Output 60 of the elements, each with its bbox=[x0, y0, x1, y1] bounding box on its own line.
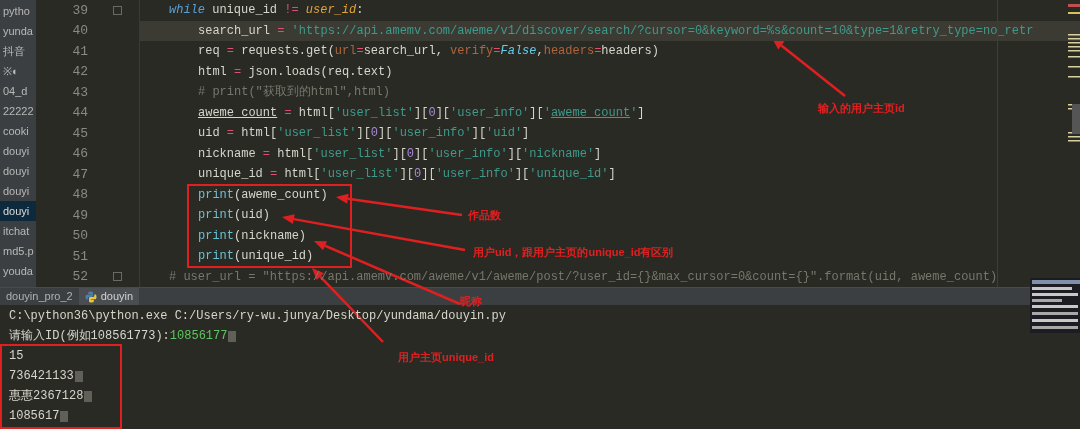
fold-icon[interactable] bbox=[113, 5, 122, 15]
run-tab[interactable]: douyin bbox=[78, 288, 140, 305]
annotation-label: 作品数 bbox=[468, 208, 501, 223]
code-line: nickname = html['user_list'][0]['user_info']['nickname'] bbox=[198, 145, 602, 163]
line-number: 45 bbox=[71, 124, 88, 143]
code-line: print(nickname) bbox=[198, 227, 307, 245]
code-line: html = json.loads(req.text) bbox=[198, 63, 393, 81]
line-number: 43 bbox=[71, 83, 88, 102]
file-item[interactable]: cooki bbox=[0, 121, 36, 141]
file-item[interactable]: pytho bbox=[0, 1, 36, 21]
file-item[interactable]: 抖音 bbox=[0, 41, 36, 61]
code-line: uid = html['user_list'][0]['user_info']['uid'] bbox=[198, 125, 530, 143]
console-line: 惠惠2367128 bbox=[9, 388, 84, 405]
line-number: 50 bbox=[71, 227, 88, 245]
run-tab[interactable]: douyin_pro_2 bbox=[0, 288, 79, 305]
console-line: 15 bbox=[9, 348, 24, 365]
code-line: req = requests.get(url=search_url, verify=False,headers=headers) bbox=[198, 43, 659, 61]
line-number: 51 bbox=[71, 247, 88, 266]
console-line: 1085617 bbox=[9, 408, 60, 425]
code-line: print(unique_id) bbox=[198, 248, 314, 266]
line-number: 52 bbox=[71, 268, 88, 286]
file-item[interactable]: douyi bbox=[0, 201, 36, 221]
file-item[interactable]: douyi bbox=[0, 181, 36, 201]
blur-mark bbox=[74, 370, 83, 382]
line-number: 42 bbox=[71, 63, 88, 81]
file-item[interactable]: douyi bbox=[0, 161, 36, 181]
file-item[interactable]: md5.p bbox=[0, 241, 36, 261]
annotation-label: 输入的用户主页id bbox=[818, 101, 905, 116]
annotation-label: 昵称 bbox=[460, 294, 482, 309]
file-item[interactable]: youda bbox=[0, 261, 36, 281]
file-item[interactable]: 22222 bbox=[0, 101, 36, 121]
annotation-label: 用户主页unique_id bbox=[398, 350, 494, 365]
code-line: print(aweme_count) bbox=[198, 186, 328, 204]
console-line: 736421133 bbox=[9, 368, 74, 385]
line-number: 40 bbox=[71, 22, 88, 40]
code-line: aweme_count = html['user_list'][0]['user_info']['aweme_count'] bbox=[198, 104, 645, 122]
console-line: 请输入ID(例如108561773):10856177 bbox=[9, 328, 228, 345]
file-item[interactable]: yunda bbox=[0, 21, 36, 41]
line-number: 47 bbox=[71, 165, 88, 184]
file-item[interactable]: 04_d bbox=[0, 81, 36, 101]
file-item[interactable]: ※◐ bbox=[0, 61, 36, 81]
line-number: 44 bbox=[71, 104, 88, 122]
code-line: unique_id = html['user_list'][0]['user_info']['unique_id'] bbox=[198, 166, 616, 184]
fold-icon[interactable] bbox=[113, 272, 122, 282]
line-number: 41 bbox=[71, 42, 88, 61]
code-line: print(uid) bbox=[198, 207, 271, 225]
blur-mark bbox=[228, 330, 237, 342]
code-line: search_url = 'https://api.amemv.com/aweme/v1/discover/search/?cursor=0&keyword=%s&count=10&type=1&retry_type=no_retr bbox=[198, 22, 1034, 40]
blur-mark bbox=[84, 390, 93, 402]
code-line: while unique_id != user_id: bbox=[169, 2, 364, 20]
python-icon bbox=[84, 290, 97, 303]
code-line: # print("获取到的html",html) bbox=[198, 84, 391, 102]
file-item[interactable]: douyi bbox=[0, 141, 36, 161]
line-number: 48 bbox=[71, 186, 88, 204]
line-number: 49 bbox=[71, 206, 88, 225]
annotation-label: 用户uid，跟用户主页的unique_id有区别 bbox=[473, 245, 674, 260]
line-number: 39 bbox=[71, 1, 88, 20]
line-number: 46 bbox=[71, 145, 88, 163]
blur-mark bbox=[60, 410, 69, 422]
file-item[interactable]: itchat bbox=[0, 221, 36, 241]
